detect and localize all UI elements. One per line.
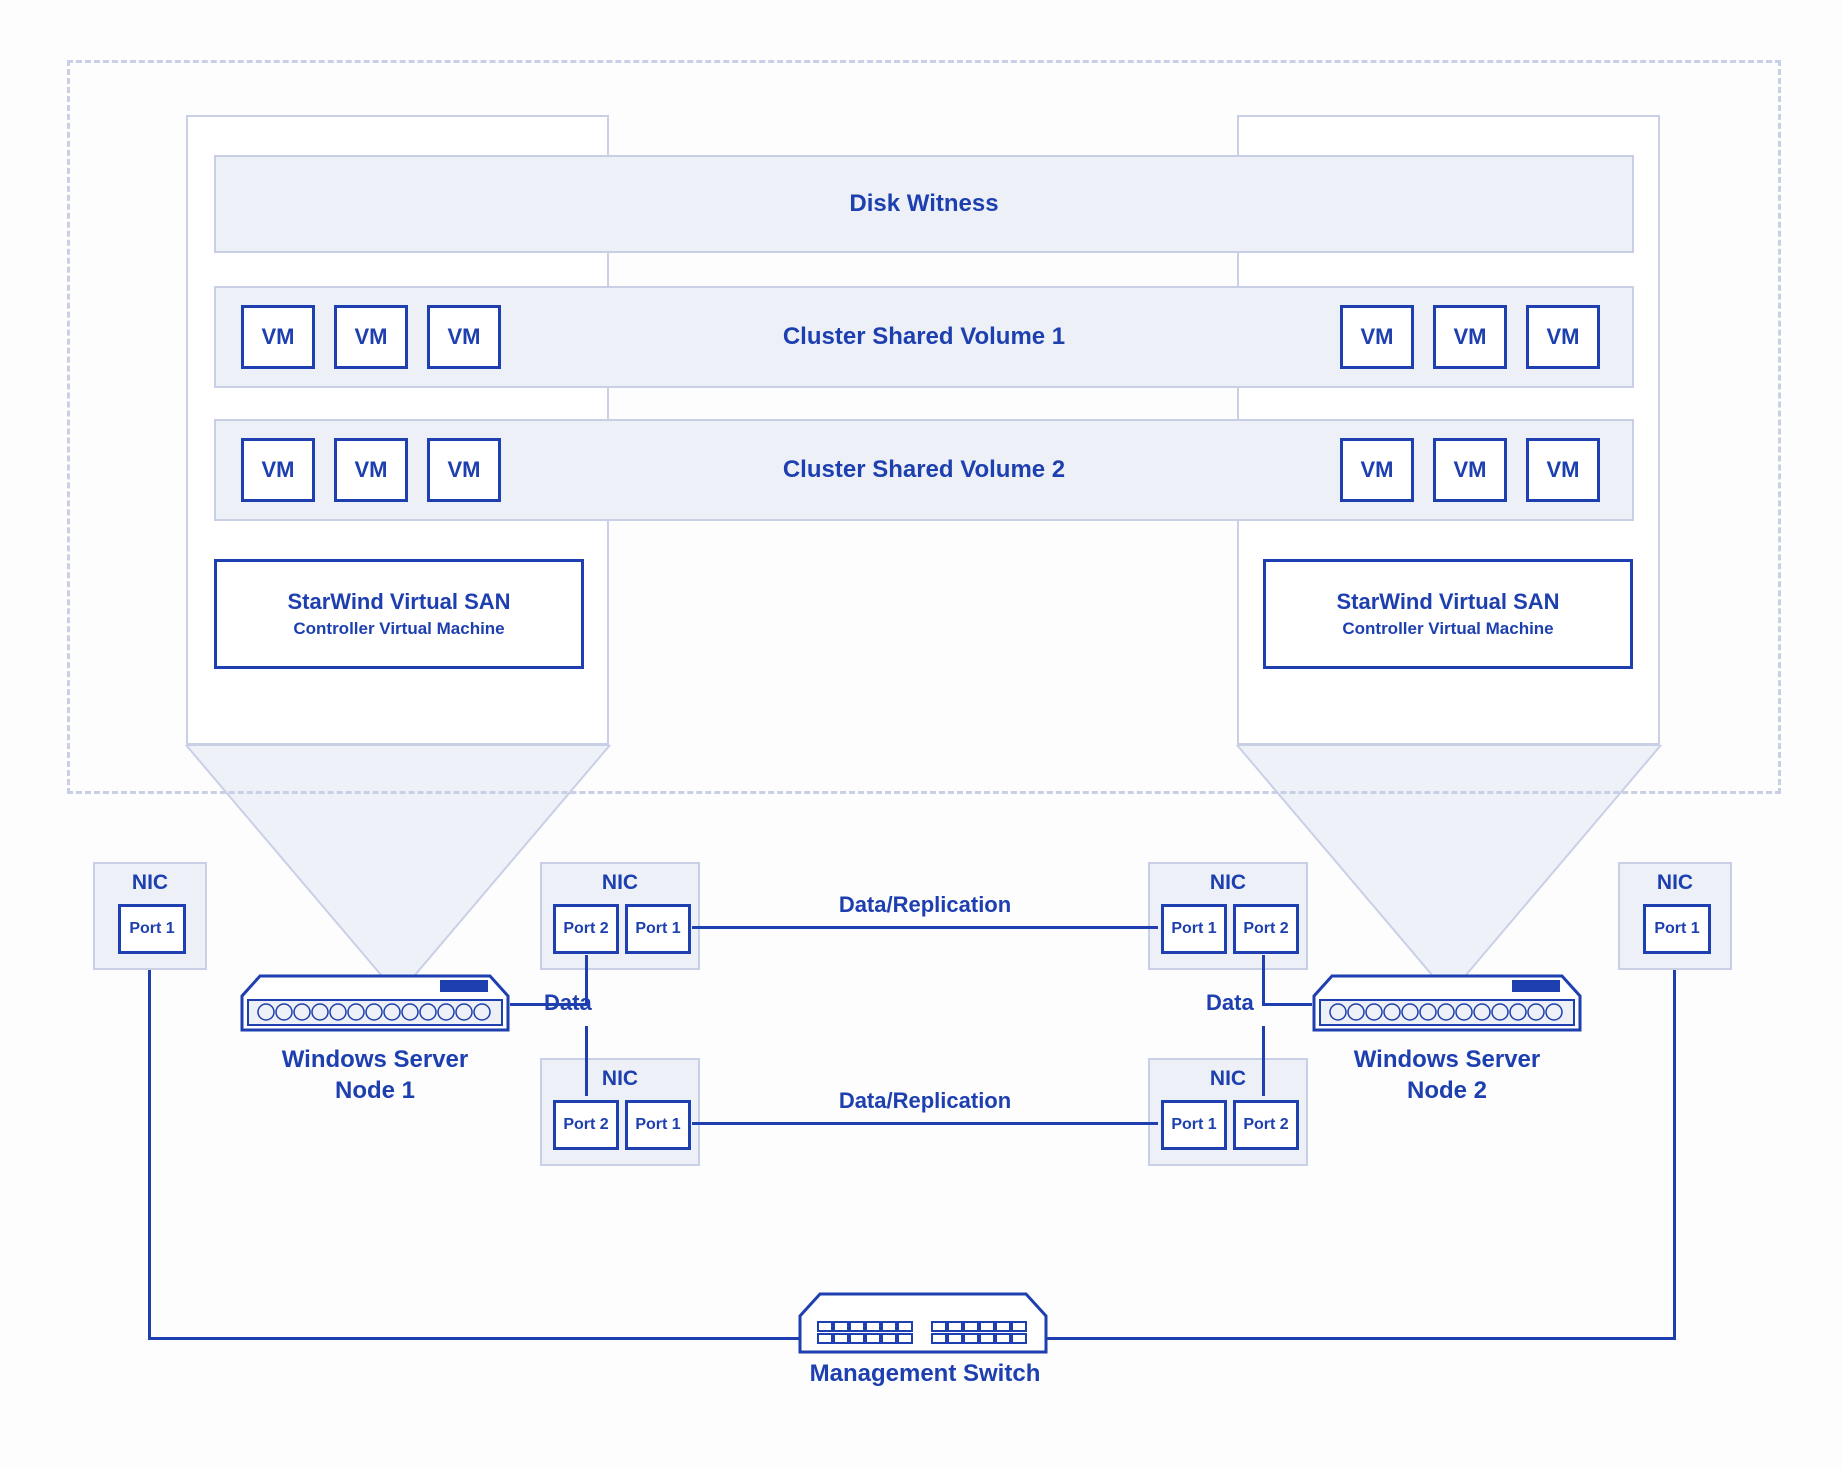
nic-right-a: NIC Port 1 Port 2 — [1148, 862, 1308, 970]
disk-witness-label: Disk Witness — [849, 190, 998, 218]
vsan1-sub: Controller Virtual Machine — [293, 619, 504, 639]
csv2-label: Cluster Shared Volume 2 — [783, 456, 1065, 484]
replication-label-b: Data/Replication — [790, 1088, 1060, 1114]
switch-icon — [798, 1292, 1048, 1354]
data-label-left: Data — [544, 990, 592, 1016]
nic-label: NIC — [1210, 871, 1246, 894]
nic-right-b: NIC Port 1 Port 2 — [1148, 1058, 1308, 1166]
data-label-right: Data — [1206, 990, 1254, 1016]
nic-label: NIC — [1657, 871, 1693, 894]
link-right-data-bot — [1262, 1026, 1265, 1096]
server-icon-2 — [1312, 974, 1582, 1032]
nic-label: NIC — [132, 871, 168, 894]
switch-label: Management Switch — [790, 1360, 1060, 1388]
mgmt-right-v — [1673, 970, 1676, 1340]
port2-box: Port 2 — [553, 1100, 619, 1150]
diagram-canvas: Disk Witness Cluster Shared Volume 1 VM … — [0, 0, 1842, 1470]
nic-label: NIC — [602, 1067, 638, 1090]
port1-box: Port 1 — [118, 904, 186, 954]
port2-box: Port 2 — [1233, 904, 1299, 954]
csv1-vm-group-left: VM VM VM — [241, 305, 501, 369]
port1-box: Port 1 — [1161, 904, 1227, 954]
vsan2-title: StarWind Virtual SAN — [1336, 589, 1559, 615]
server1-label: Windows Server Node 1 — [270, 1044, 480, 1106]
vm-box: VM — [1340, 438, 1414, 502]
port1-box: Port 1 — [1161, 1100, 1227, 1150]
vm-box: VM — [1433, 438, 1507, 502]
vsan-controller-2: StarWind Virtual SAN Controller Virtual … — [1263, 559, 1633, 669]
nic-mgmt-left: NIC Port 1 — [93, 862, 207, 970]
port1-box: Port 1 — [625, 904, 691, 954]
vm-box: VM — [1340, 305, 1414, 369]
mgmt-left-v — [148, 970, 151, 1340]
nic-mgmt-right: NIC Port 1 — [1618, 862, 1732, 970]
nic-left-b: NIC Port 2 Port 1 — [540, 1058, 700, 1166]
replication-label-a: Data/Replication — [790, 892, 1060, 918]
nic-left-a: NIC Port 2 Port 1 — [540, 862, 700, 970]
vm-box: VM — [241, 305, 315, 369]
link-right-data-top — [1262, 955, 1265, 1005]
vm-box: VM — [427, 438, 501, 502]
vm-box: VM — [334, 305, 408, 369]
link-right-data-h — [1262, 1003, 1312, 1006]
vm-box: VM — [334, 438, 408, 502]
vsan-controller-1: StarWind Virtual SAN Controller Virtual … — [214, 559, 584, 669]
link-rowB — [692, 1122, 1158, 1125]
port1-box: Port 1 — [1643, 904, 1711, 954]
vm-box: VM — [1433, 305, 1507, 369]
vm-box: VM — [1526, 438, 1600, 502]
port1-box: Port 1 — [625, 1100, 691, 1150]
mgmt-right-h — [1036, 1337, 1676, 1340]
vsan2-sub: Controller Virtual Machine — [1342, 619, 1553, 639]
mgmt-left-h — [148, 1337, 810, 1340]
vm-box: VM — [1526, 305, 1600, 369]
server-icon-1 — [240, 974, 510, 1032]
vsan1-title: StarWind Virtual SAN — [287, 589, 510, 615]
nic-label: NIC — [602, 871, 638, 894]
nic-label: NIC — [1210, 1067, 1246, 1090]
server2-label: Windows Server Node 2 — [1342, 1044, 1552, 1106]
csv2-vm-group-left: VM VM VM — [241, 438, 501, 502]
disk-witness-bar: Disk Witness — [214, 155, 1634, 253]
vm-box: VM — [427, 305, 501, 369]
csv1-label: Cluster Shared Volume 1 — [783, 323, 1065, 351]
link-left-data-bot — [585, 1026, 588, 1096]
csv1-vm-group-right: VM VM VM — [1340, 305, 1600, 369]
port2-box: Port 2 — [1233, 1100, 1299, 1150]
csv2-vm-group-right: VM VM VM — [1340, 438, 1600, 502]
link-rowA — [692, 926, 1158, 929]
port2-box: Port 2 — [553, 904, 619, 954]
vm-box: VM — [241, 438, 315, 502]
